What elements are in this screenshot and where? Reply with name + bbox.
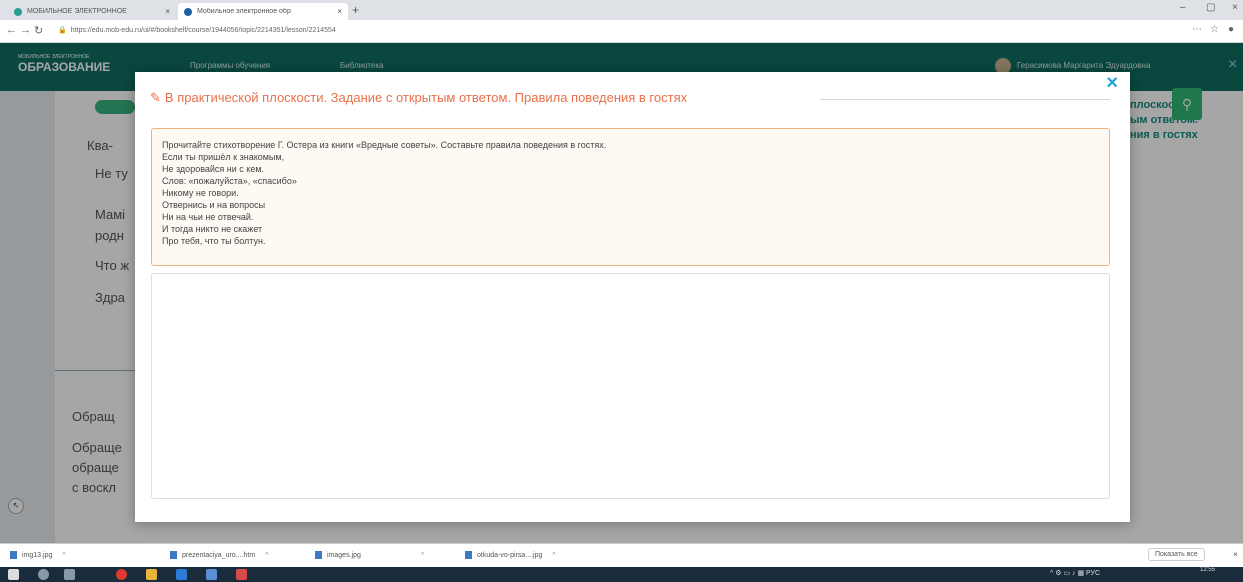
download-filename: images.jpg bbox=[327, 551, 361, 559]
word-icon[interactable] bbox=[176, 569, 187, 580]
browser-tab-1[interactable]: МОБИЛЬНОЕ ЭЛЕКТРОННОЕ × bbox=[8, 3, 176, 20]
profile-icon[interactable]: ● bbox=[1228, 24, 1234, 35]
answer-textarea[interactable] bbox=[151, 273, 1110, 499]
lock-icon: 🔒 bbox=[58, 27, 67, 34]
site-favicon-icon bbox=[184, 7, 192, 16]
tab-title: МОБИЛЬНОЕ ЭЛЕКТРОННОЕ bbox=[27, 8, 127, 15]
app-icon[interactable] bbox=[236, 569, 247, 580]
modal-title-text: В практической плоскости. Задание с откр… bbox=[164, 90, 688, 105]
chevron-up-icon[interactable]: ^ bbox=[265, 552, 268, 559]
task-line: Отвернись и на вопросы bbox=[162, 200, 266, 210]
new-tab-button[interactable]: + bbox=[352, 3, 359, 17]
file-icon bbox=[10, 551, 17, 559]
clock-time: 12:55 bbox=[1200, 567, 1216, 573]
site-favicon-icon bbox=[14, 7, 22, 16]
task-line: Не здоровайся ни с кем. bbox=[162, 164, 265, 174]
back-arrow-icon[interactable]: ← bbox=[6, 24, 17, 36]
chrome-icon[interactable] bbox=[146, 569, 157, 580]
download-item[interactable]: img13.jpg ^ bbox=[10, 551, 66, 559]
chevron-up-icon[interactable]: ^ bbox=[421, 552, 424, 559]
language-indicator[interactable]: РУС bbox=[1086, 570, 1100, 577]
modal-close-icon[interactable]: × bbox=[1106, 72, 1118, 95]
download-filename: otkuda-vo-pirsa....jpg bbox=[477, 551, 543, 559]
modal-title: ✎ В практической плоскости. Задание с отк… bbox=[150, 90, 687, 106]
show-all-downloads-button[interactable]: Показать все bbox=[1148, 548, 1205, 561]
window-close-button[interactable]: × bbox=[1232, 2, 1238, 13]
pencil-icon: ✎ bbox=[150, 90, 161, 105]
maximize-button[interactable]: ▢ bbox=[1206, 2, 1215, 13]
download-item[interactable]: images.jpg ^ bbox=[315, 551, 424, 559]
downloads-bar: img13.jpg ^ prezentaciya_uro....htm ^ imag… bbox=[0, 543, 1243, 568]
explorer-icon[interactable] bbox=[206, 569, 217, 580]
download-filename: prezentaciya_uro....htm bbox=[182, 551, 256, 559]
extension-icon[interactable]: ⋯ bbox=[1192, 24, 1202, 35]
task-line: Ни на чьи не отвечай. bbox=[162, 212, 254, 222]
file-icon bbox=[315, 551, 322, 559]
search-icon[interactable] bbox=[38, 569, 49, 580]
download-item[interactable]: prezentaciya_uro....htm ^ bbox=[170, 551, 268, 559]
tab-close-icon[interactable]: × bbox=[165, 7, 170, 16]
tab-title: Мобильное электронное обр bbox=[197, 8, 291, 15]
forward-arrow-icon[interactable]: → bbox=[20, 24, 31, 36]
file-icon bbox=[170, 551, 177, 559]
task-line: Никому не говори. bbox=[162, 188, 239, 198]
task-view-icon[interactable] bbox=[64, 569, 75, 580]
windows-taskbar: ^ ⚙ ▭ ♪ ▦ РУС 12:55 bbox=[0, 567, 1243, 582]
chevron-up-icon[interactable]: ^ bbox=[552, 552, 555, 559]
download-item[interactable]: otkuda-vo-pirsa....jpg ^ bbox=[465, 551, 556, 559]
star-icon[interactable]: ☆ bbox=[1210, 24, 1219, 35]
opera-icon[interactable] bbox=[116, 569, 127, 580]
task-modal: × ✎ В практической плоскости. Задание с о… bbox=[135, 72, 1130, 522]
download-filename: img13.jpg bbox=[22, 551, 53, 559]
task-text-box: Прочитайте стихотворение Г. Остера из кн… bbox=[151, 128, 1110, 266]
reload-icon[interactable]: ↻ bbox=[34, 24, 43, 37]
url-field[interactable]: 🔒 https://edu.mob-edu.ru/ui/#/bookshelf/c… bbox=[58, 24, 1138, 38]
start-icon[interactable] bbox=[8, 569, 19, 580]
task-line: И тогда никто не скажет bbox=[162, 224, 263, 234]
task-line: Если ты пришёл к знакомым, bbox=[162, 152, 285, 162]
downloads-close-icon[interactable]: × bbox=[1233, 550, 1238, 559]
task-line: Прочитайте стихотворение Г. Остера из кн… bbox=[162, 140, 607, 150]
task-line: Про тебя, что ты болтун. bbox=[162, 236, 266, 246]
clock[interactable]: 12:55 bbox=[1200, 567, 1215, 574]
title-divider bbox=[820, 99, 1110, 100]
file-icon bbox=[465, 551, 472, 559]
tab-close-icon[interactable]: × bbox=[337, 7, 342, 16]
browser-tab-bar: МОБИЛЬНОЕ ЭЛЕКТРОННОЕ × Мобильное электр… bbox=[0, 0, 1243, 20]
address-bar-row: ← → ↻ 🔒 https://edu.mob-edu.ru/ui/#/books… bbox=[0, 20, 1243, 43]
system-tray[interactable]: ^ ⚙ ▭ ♪ ▦ РУС bbox=[1050, 569, 1100, 577]
url-text: https://edu.mob-edu.ru/ui/#/bookshelf/co… bbox=[70, 27, 336, 34]
browser-tab-2[interactable]: Мобильное электронное обр × bbox=[178, 3, 348, 20]
minimize-button[interactable]: – bbox=[1180, 2, 1186, 13]
chevron-up-icon[interactable]: ^ bbox=[62, 552, 65, 559]
task-line: Слов: «пожалуйста», «спасибо» bbox=[162, 176, 297, 186]
